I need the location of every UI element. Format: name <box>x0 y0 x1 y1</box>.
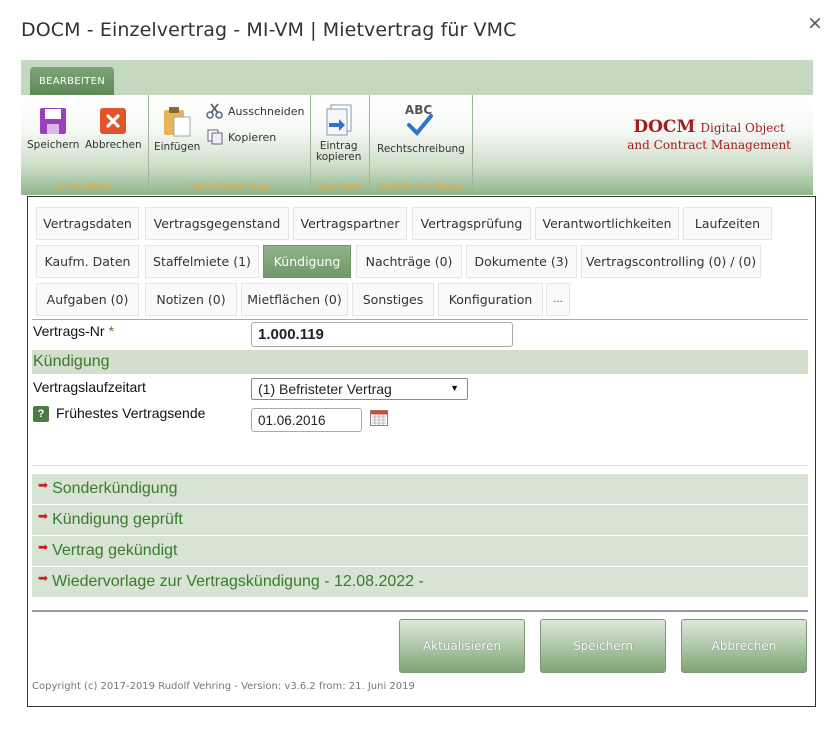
tab-sonstiges[interactable]: Sonstiges <box>352 283 434 316</box>
ribbon-group-zwischenablage: Einfügen Ausschneiden Kopieren Zwischena… <box>148 95 311 195</box>
tab-dokumente[interactable]: Dokumente (3) <box>466 245 577 278</box>
arrow-right-icon: ➡ <box>38 509 49 523</box>
calendar-icon[interactable] <box>370 409 388 426</box>
scissors-icon <box>206 103 223 119</box>
spellcheck-label: Rechtschreibung <box>377 143 465 155</box>
spellcheck-ribbon-button[interactable]: ABC Rechtschreibung <box>377 103 465 155</box>
copy-entry-label: Eintrag kopieren <box>316 141 361 163</box>
tab-laufzeiten[interactable]: Laufzeiten <box>683 207 772 240</box>
contract-no-label-text: Vertrags-Nr <box>33 323 105 339</box>
collapsible-sonderkuendigung[interactable]: ➡ Sonderkündigung <box>32 474 808 504</box>
tab-notizen[interactable]: Notizen (0) <box>145 283 237 316</box>
tab-divider <box>32 319 808 320</box>
required-mark: * <box>108 323 115 339</box>
tab-vertragspartner[interactable]: Vertragspartner <box>293 207 407 240</box>
save-ribbon-label: Speichern <box>27 139 80 151</box>
tab-more[interactable]: ... <box>546 283 570 316</box>
tab-vertragscontrolling[interactable]: Vertragscontrolling (0) / (0) <box>581 245 761 278</box>
copy-entry-ribbon-button[interactable]: Eintrag kopieren <box>316 103 361 163</box>
collapsible-label: Sonderkündigung <box>52 480 178 497</box>
tab-vertragsgegenstand[interactable]: Vertragsgegenstand <box>145 207 289 240</box>
contract-no-label: Vertrags-Nr * <box>33 323 114 339</box>
arrow-right-icon: ➡ <box>38 571 49 585</box>
section-separator <box>32 465 808 466</box>
arrow-right-icon: ➡ <box>38 478 49 492</box>
ribbon: BEARBEITEN Speichern Abbrechen Übergeben <box>21 60 813 195</box>
brand-logo: DOCM Digital Object and Contract Managem… <box>627 117 791 152</box>
collapsible-label: Kündigung geprüft <box>52 511 183 528</box>
chevron-down-icon: ▼ <box>450 383 459 393</box>
save-button[interactable]: Speichern <box>540 619 666 673</box>
copy-label: Kopieren <box>228 130 277 144</box>
term-type-label: Vertragslaufzeitart <box>33 379 146 395</box>
tab-aufgaben[interactable]: Aufgaben (0) <box>36 283 139 316</box>
contract-no-field[interactable]: 1.000.119 <box>251 322 513 347</box>
refresh-button[interactable]: Aktualisieren <box>399 619 525 673</box>
help-icon[interactable]: ? <box>33 406 49 423</box>
footer-divider <box>32 610 808 612</box>
tab-kuendigung[interactable]: Kündigung <box>263 245 351 278</box>
ribbon-body: Speichern Abbrechen Übergeben Einfügen A… <box>21 95 813 195</box>
paste-icon <box>164 107 191 137</box>
brand-name: DOCM <box>633 117 696 137</box>
ribbon-group-uebergeben: Speichern Abbrechen Übergeben <box>21 95 149 195</box>
copy-icon <box>207 129 223 145</box>
tab-kaufm-daten[interactable]: Kaufm. Daten <box>36 245 139 278</box>
tab-konfiguration[interactable]: Konfiguration <box>438 283 543 316</box>
group-label-kopieren: Kopieren <box>317 182 362 193</box>
earliest-end-date-field[interactable]: 01.06.2016 <box>251 408 362 432</box>
group-label-rechtschreibung: Rechtschreibung <box>378 182 463 193</box>
tab-nachtraege[interactable]: Nachträge (0) <box>356 245 462 278</box>
earliest-end-label-text: Frühestes Vertragsende <box>56 405 206 421</box>
close-icon[interactable]: × <box>807 12 823 34</box>
group-label-uebergeben: Übergeben <box>56 182 113 193</box>
section-kuendigung: Kündigung <box>32 350 808 374</box>
save-ribbon-button[interactable]: Speichern <box>27 107 79 151</box>
dialog-title: DOCM - Einzelvertrag - MI-VM | Mietvertr… <box>21 19 517 41</box>
tab-vertragsdaten[interactable]: Vertragsdaten <box>36 207 139 240</box>
copy-entry-icon <box>326 104 352 136</box>
ribbon-group-kopieren: Eintrag kopieren Kopieren <box>310 95 370 195</box>
tab-verantwortlichkeiten[interactable]: Verantwortlichkeiten <box>535 207 679 240</box>
ribbon-tab-bearbeiten[interactable]: BEARBEITEN <box>30 67 114 95</box>
cancel-ribbon-label: Abbrechen <box>85 139 142 151</box>
copy-ribbon-button[interactable]: Kopieren <box>206 129 276 145</box>
earliest-end-label: ? Frühestes Vertragsende <box>33 405 206 423</box>
paste-ribbon-button[interactable]: Einfügen <box>154 105 200 153</box>
group-label-zwischenablage: Zwischenablage <box>188 182 270 193</box>
cancel-button[interactable]: Abbrechen <box>681 619 807 673</box>
copy-entry-label-line2: kopieren <box>316 151 362 163</box>
cancel-icon <box>100 108 127 134</box>
checkmark-icon <box>406 114 433 136</box>
collapsible-wiedervorlage[interactable]: ➡ Wiedervorlage zur Vertragskündigung - 1… <box>32 567 808 597</box>
ribbon-group-rechtschreibung: ABC Rechtschreibung Rechtschreibung <box>369 95 473 195</box>
cut-ribbon-button[interactable]: Ausschneiden <box>206 103 305 119</box>
collapsible-label: Vertrag gekündigt <box>52 542 178 559</box>
arrow-right-icon: ➡ <box>38 540 49 554</box>
spellcheck-icon: ABC <box>401 103 441 139</box>
collapsible-kuendigung-geprueft[interactable]: ➡ Kündigung geprüft <box>32 505 808 535</box>
cancel-ribbon-button[interactable]: Abbrechen <box>85 107 142 151</box>
tab-vertragspruefung[interactable]: Vertragsprüfung <box>412 207 531 240</box>
paste-ribbon-label: Einfügen <box>154 141 201 153</box>
cut-label: Ausschneiden <box>228 104 305 118</box>
term-type-select[interactable]: (1) Befristeter Vertrag ▼ <box>251 378 468 400</box>
tab-staffelmiete[interactable]: Staffelmiete (1) <box>145 245 259 278</box>
save-icon <box>40 108 67 134</box>
collapsible-label: Wiedervorlage zur Vertragskündigung - 12… <box>52 573 424 590</box>
main-panel: Vertragsdaten Vertragsgegenstand Vertrag… <box>27 196 816 707</box>
brand-tagline-2: and Contract Management <box>627 138 791 152</box>
tab-mietflaechen[interactable]: Mietflächen (0) <box>241 283 348 316</box>
brand-tagline-1: Digital Object <box>700 121 785 135</box>
collapsible-vertrag-gekuendigt[interactable]: ➡ Vertrag gekündigt <box>32 536 808 566</box>
term-type-value: (1) Befristeter Vertrag <box>258 381 392 397</box>
copyright-text: Copyright (c) 2017-2019 Rudolf Vehring -… <box>32 681 415 692</box>
